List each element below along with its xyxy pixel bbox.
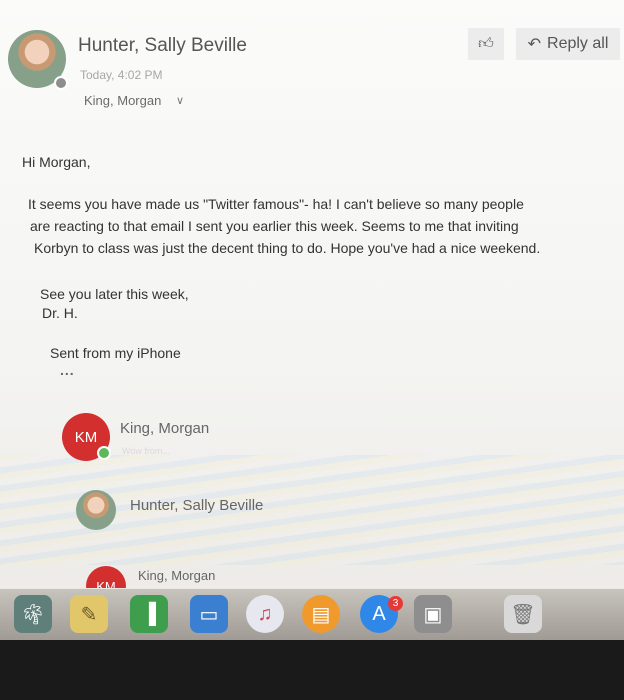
notes-icon[interactable]: ✎ bbox=[70, 595, 108, 633]
image-capture-icon[interactable]: ▣ bbox=[414, 595, 452, 633]
keynote-icon[interactable]: ▭ bbox=[190, 595, 228, 633]
reply-all-icon: ↶ bbox=[527, 36, 542, 53]
body-line-1: It seems you have made us "Twitter famou… bbox=[28, 196, 524, 212]
dock: 🌴︎ ✎ ▐ ▭ ♫ ▤ A ▣ 🗑︎ bbox=[0, 588, 624, 640]
thread-item-hunter[interactable]: Hunter, Sally Beville bbox=[130, 497, 263, 514]
mail-window: Hunter, Sally Beville Today, 4:02 PM Kin… bbox=[0, 0, 624, 640]
presence-online-indicator bbox=[97, 446, 111, 460]
numbers-icon[interactable]: ▐ bbox=[130, 595, 168, 633]
reply-all-button[interactable]: ↶ Reply all bbox=[516, 28, 620, 60]
thread-avatar-hunter[interactable] bbox=[76, 490, 116, 530]
mobile-footer: Sent from my iPhone bbox=[50, 345, 181, 361]
sender-presence-indicator bbox=[54, 76, 68, 90]
music-icon[interactable]: ♫ bbox=[246, 595, 284, 633]
body-line-3: Korbyn to class was just the decent thin… bbox=[34, 240, 541, 256]
app-store-badge: 3 bbox=[388, 596, 403, 611]
body-line-2: are reacting to that email I sent you ea… bbox=[30, 218, 519, 234]
books-icon[interactable]: ▤ bbox=[302, 595, 340, 633]
like-button[interactable]: 👍︎ bbox=[468, 28, 504, 60]
reply-all-label: Reply all bbox=[547, 35, 609, 52]
expand-recipients-icon[interactable]: ∨ bbox=[176, 94, 184, 107]
photo-browser-icon[interactable]: 🌴︎ bbox=[14, 595, 52, 633]
thumbs-up-icon: 👍︎ bbox=[478, 35, 494, 52]
message-date: Today, 4:02 PM bbox=[80, 68, 163, 82]
thread-item-king-morgan[interactable]: King, Morgan bbox=[120, 420, 209, 437]
trash-icon[interactable]: 🗑︎ bbox=[504, 595, 542, 633]
signature: Dr. H. bbox=[42, 305, 78, 321]
sender-name[interactable]: Hunter, Sally Beville bbox=[78, 35, 247, 57]
thread-item-king-morgan-2[interactable]: King, Morgan bbox=[138, 568, 215, 583]
show-more-button[interactable]: ... bbox=[60, 362, 75, 378]
greeting: Hi Morgan, bbox=[22, 154, 91, 170]
thread-preview: Wow from... bbox=[122, 446, 170, 456]
recipient-name[interactable]: King, Morgan bbox=[84, 93, 161, 108]
